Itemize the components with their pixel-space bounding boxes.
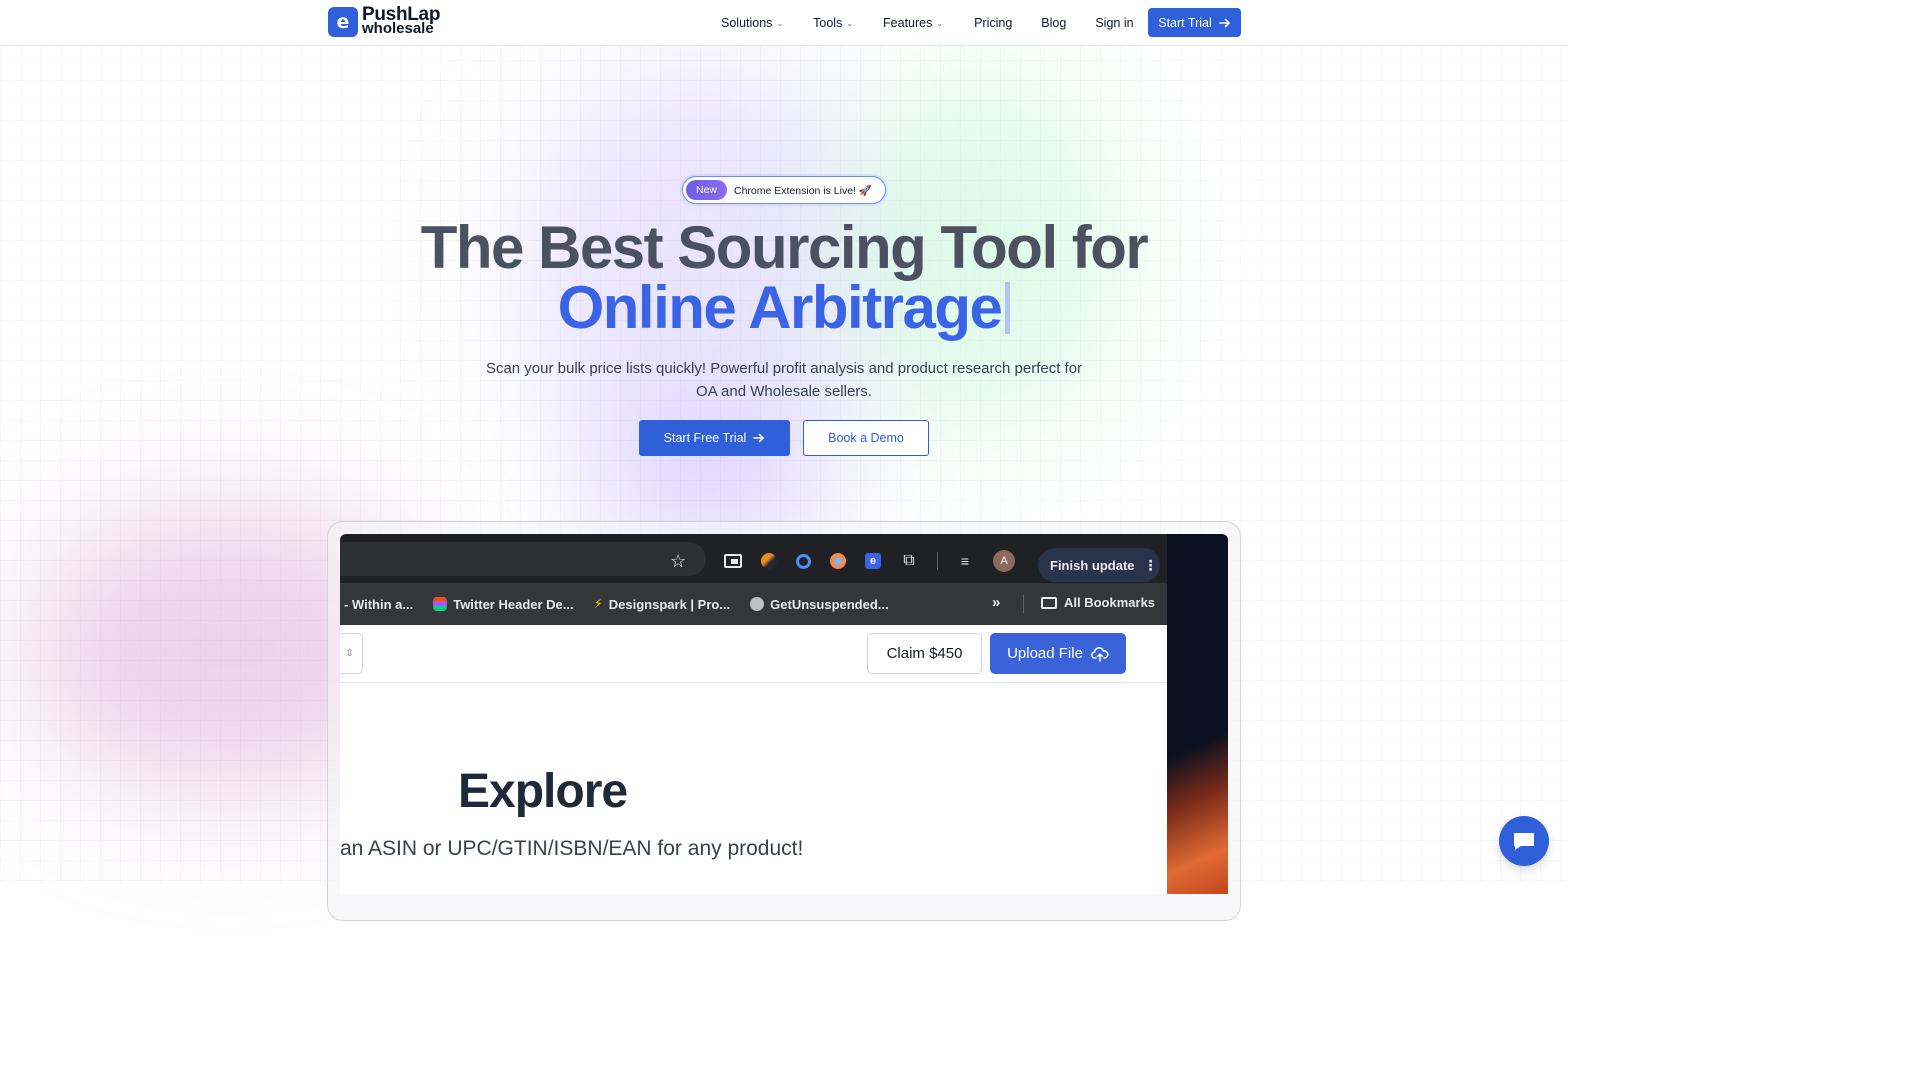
finish-update-button: Finish update ⋮: [1038, 548, 1160, 582]
book-demo-button[interactable]: Book a Demo: [803, 420, 929, 456]
star-icon: ☆: [670, 551, 687, 571]
claim-button: Claim $450: [867, 633, 982, 674]
nav-item-label: Tools: [813, 16, 843, 30]
arrow-right-icon: [753, 433, 765, 443]
bookmark-label: Twitter Header De...: [453, 596, 574, 612]
app-toolbar: ⇳ Claim $450 Upload File: [340, 625, 1167, 683]
hero-subtitle: Scan your bulk price lists quickly! Powe…: [485, 360, 1083, 400]
more-vertical-icon: ⋮: [1143, 556, 1158, 573]
logo-icon: e: [328, 7, 358, 37]
nav-item-label: Sign in: [1095, 16, 1134, 30]
desktop-wallpaper: [1167, 534, 1228, 894]
arrow-right-icon: [1218, 18, 1230, 27]
claim-label: Claim $450: [886, 645, 963, 662]
avatar: A: [993, 550, 1015, 572]
site-header: e PushLap wholesale Solutions ⌄ Tools ⌄ …: [0, 0, 1568, 46]
main-nav: Solutions ⌄ Tools ⌄ Features ⌄ Pricing B…: [721, 0, 1134, 46]
bookmark-label: - Within a...: [344, 596, 414, 612]
brand-logo[interactable]: e PushLap wholesale: [328, 5, 440, 37]
announcement-badge[interactable]: New Chrome Extension is Live! 🚀: [682, 176, 886, 204]
address-bar: ☆: [340, 542, 706, 576]
start-trial-label: Start Trial: [1158, 15, 1212, 30]
nav-item-pricing[interactable]: Pricing: [974, 16, 1012, 30]
chevron-double-right-icon: »: [992, 594, 1001, 611]
book-demo-label: Book a Demo: [828, 431, 904, 445]
start-free-trial-label: Start Free Trial: [663, 431, 747, 445]
nav-item-solutions[interactable]: Solutions ⌄: [721, 16, 783, 30]
nav-item-label: Pricing: [974, 16, 1013, 30]
nav-item-sign-in[interactable]: Sign in: [1095, 16, 1133, 30]
nav-item-blog[interactable]: Blog: [1041, 16, 1066, 30]
badge-text: Chrome Extension is Live! 🚀: [734, 184, 872, 197]
bookmark-item: ⚡ Designspark | Pro...: [594, 596, 731, 612]
upload-file-button: Upload File: [990, 633, 1126, 674]
toolbar-divider: [937, 552, 938, 570]
upload-file-label: Upload File: [1007, 645, 1083, 662]
logo-tagline: wholesale: [362, 20, 434, 37]
figma-icon: [433, 597, 448, 611]
explore-subtitle: an ASIN or UPC/GTIN/ISBN/EAN for any pro…: [340, 837, 804, 860]
extension-icons: e ⧉ ≡ A: [724, 550, 1027, 572]
nav-item-label: Solutions: [721, 16, 773, 30]
playlist-icon: ≡: [960, 553, 970, 569]
folder-icon: [1041, 596, 1057, 609]
hero-title-highlight: Online Arbitrage: [557, 274, 1003, 341]
all-bookmarks: All Bookmarks: [1041, 595, 1155, 610]
extension-orange-icon: [830, 553, 846, 569]
chevron-down-icon: ⌄: [776, 18, 784, 28]
product-screenshot: ☆ e ⧉ ≡ A Finish update ⋮ - Within a... …: [340, 534, 1228, 894]
bookmark-item: Twitter Header De...: [433, 596, 574, 612]
pushlap-extension-icon: e: [865, 553, 881, 569]
nav-item-label: Blog: [1041, 16, 1067, 30]
chat-icon: [1514, 833, 1534, 850]
nav-item-features[interactable]: Features ⌄: [883, 16, 943, 30]
browser-toolbar: ☆ e ⧉ ≡ A Finish update ⋮: [340, 534, 1167, 583]
extension-ring-icon: [796, 553, 811, 569]
extension-moon-icon: [761, 553, 777, 569]
bookmarks-divider: [1023, 595, 1024, 613]
chat-widget-button[interactable]: [1499, 816, 1549, 866]
nav-item-tools[interactable]: Tools ⌄: [813, 16, 853, 30]
start-free-trial-button[interactable]: Start Free Trial: [639, 420, 790, 456]
new-tag: New: [686, 180, 727, 200]
bookmark-item: - Within a...: [344, 597, 413, 612]
chevron-down-icon: ⌄: [936, 18, 944, 28]
cloud-upload-icon: [1091, 646, 1109, 662]
chevron-down-icon: ⌄: [846, 18, 854, 28]
typing-cursor: [1005, 282, 1011, 334]
nav-item-label: Features: [883, 16, 933, 30]
bookmark-label: Designspark | Pro...: [608, 596, 731, 612]
puzzle-icon: ⧉: [903, 552, 915, 569]
hero-title-line-2: Online Arbitrage: [0, 278, 1568, 338]
bolt-icon: ⚡: [593, 596, 603, 611]
bookmark-item: GetUnsuspended...: [750, 596, 889, 612]
bookmarks-bar: - Within a... Twitter Header De... ⚡ Des…: [340, 583, 1167, 625]
start-trial-button[interactable]: Start Trial: [1148, 8, 1241, 37]
explore-title: Explore: [458, 765, 628, 818]
all-bookmarks-label: All Bookmarks: [1064, 595, 1156, 610]
picture-in-picture-icon: [724, 554, 742, 568]
logo-wordmark: PushLap wholesale: [362, 5, 440, 37]
hero-title-line-1: The Best Sourcing Tool for: [420, 214, 1149, 281]
globe-icon: [750, 597, 765, 611]
bookmark-label: GetUnsuspended...: [770, 596, 889, 612]
finish-update-label: Finish update: [1050, 557, 1135, 573]
sort-select: ⇳: [340, 633, 363, 674]
